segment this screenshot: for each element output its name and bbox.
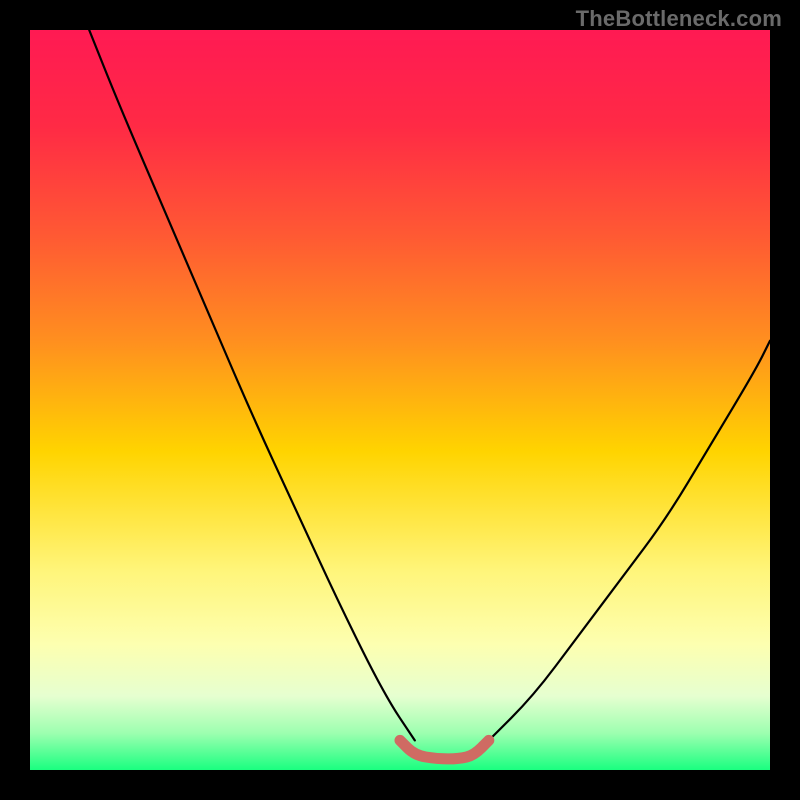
plot-area: [30, 30, 770, 770]
right-curve: [489, 341, 770, 741]
chart-stage: TheBottleneck.com: [0, 0, 800, 800]
watermark-text: TheBottleneck.com: [576, 6, 782, 32]
left-curve: [89, 30, 415, 740]
curve-layer: [30, 30, 770, 770]
bottom-smile: [400, 740, 489, 759]
